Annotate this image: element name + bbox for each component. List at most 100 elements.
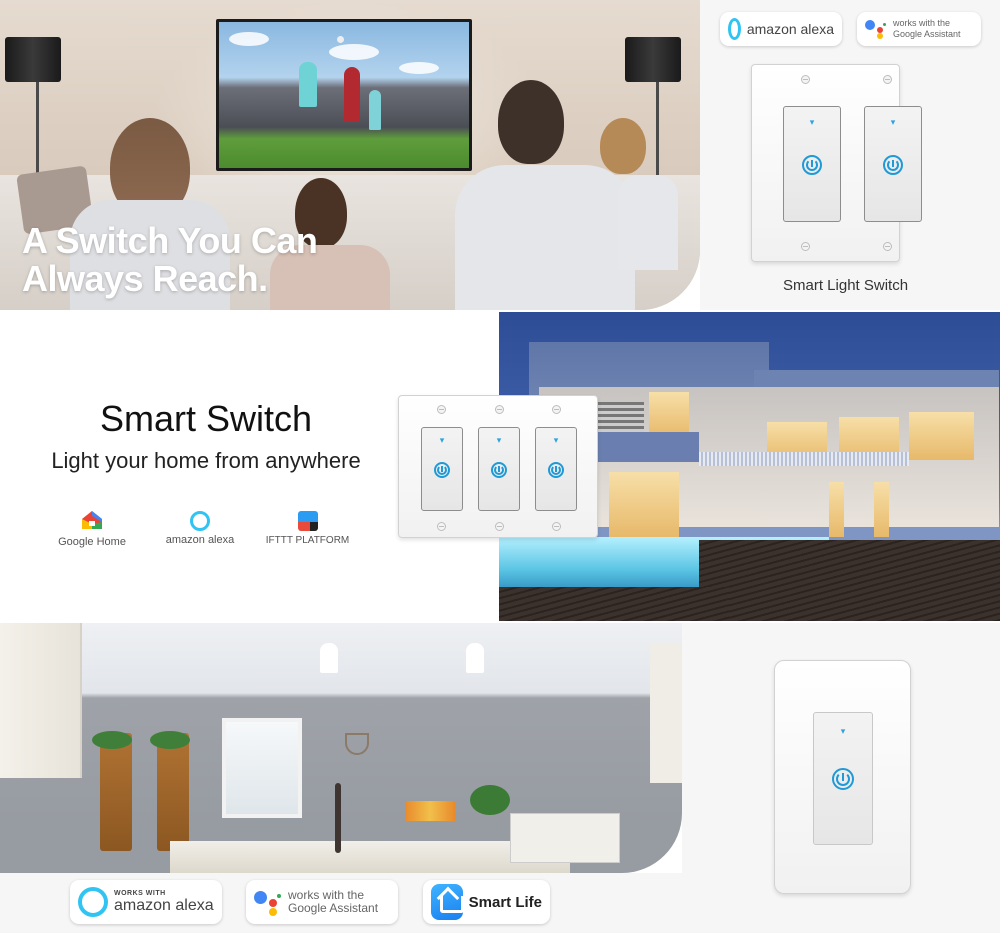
window	[222, 718, 302, 818]
platform-google-home: Google Home	[52, 510, 132, 548]
google-badge-line-2: Google Assistant	[288, 901, 379, 915]
wifi-icon: ▾	[496, 435, 502, 445]
wifi-icon: ▾	[840, 726, 846, 736]
television	[216, 19, 472, 171]
product-panel-top: amazon alexa works with the Google Assis…	[700, 0, 1000, 310]
father-body	[455, 165, 635, 310]
section-title: Smart Switch	[99, 398, 313, 439]
headline-line-1: A Switch You Can	[22, 220, 318, 261]
kitchen-cabinet	[650, 643, 682, 783]
soccer-player	[344, 67, 360, 122]
switch-button-3[interactable]: ▾	[535, 427, 577, 511]
soccer-ball	[337, 36, 344, 43]
power-icon	[832, 768, 854, 790]
platform-label: amazon alexa	[165, 534, 235, 546]
google-badge-line-1: works with the	[893, 18, 951, 28]
platform-label: IFTTT PLATFORM	[265, 535, 350, 546]
wifi-icon: ▾	[809, 117, 815, 127]
alexa-icon	[728, 18, 741, 40]
google-assistant-badge: works with the Google Assistant	[857, 12, 981, 46]
boy-body	[618, 175, 678, 270]
google-badge-line-2: Google Assistant	[893, 29, 961, 39]
headline-line-2: Always Reach.	[22, 258, 268, 299]
alexa-badge-label: amazon alexa	[746, 21, 834, 37]
curio-cabinet	[100, 733, 132, 851]
single-switch-plate: ▾	[774, 660, 911, 894]
plant	[150, 731, 190, 749]
plant	[470, 785, 510, 815]
glass-door	[829, 482, 844, 537]
screw	[437, 405, 446, 414]
living-room-photo: A Switch You Can Always Reach.	[0, 0, 700, 310]
wifi-icon: ▾	[439, 435, 445, 445]
glass-door	[609, 472, 679, 537]
faucet	[335, 783, 341, 853]
glass-door	[874, 482, 889, 537]
window	[909, 412, 974, 460]
window	[649, 392, 689, 437]
google-assistant-icon	[865, 18, 887, 40]
google-assistant-icon	[254, 888, 282, 916]
fruit-basket	[405, 801, 455, 821]
screw	[552, 522, 561, 531]
father-hair	[498, 80, 564, 164]
switch-button-2[interactable]: ▾	[478, 427, 520, 511]
curio-cabinet	[157, 733, 189, 851]
pendant-light	[320, 643, 338, 673]
platform-amazon-alexa: amazon alexa	[160, 511, 240, 546]
wifi-icon: ▾	[890, 117, 896, 127]
google-home-icon	[82, 511, 102, 529]
screw	[495, 522, 504, 531]
power-icon	[491, 462, 507, 478]
plant	[92, 731, 132, 749]
deck	[499, 587, 729, 621]
smart-life-badge: Smart Life	[423, 880, 550, 924]
screw	[883, 242, 892, 251]
screw	[495, 405, 504, 414]
floor-lamp-right	[625, 37, 681, 82]
chandelier	[345, 733, 369, 755]
wifi-icon: ▾	[553, 435, 559, 445]
platform-ifttt: IFTTT PLATFORM	[265, 511, 350, 546]
headline: A Switch You Can Always Reach.	[22, 220, 318, 299]
alexa-icon	[190, 511, 210, 531]
cloud	[329, 44, 379, 60]
power-icon	[434, 462, 450, 478]
screw	[437, 522, 446, 531]
alexa-icon	[78, 887, 108, 917]
power-icon	[802, 155, 822, 175]
screw	[552, 405, 561, 414]
switch-button-1[interactable]: ▾	[813, 712, 873, 845]
deck	[699, 540, 1000, 621]
boy-hair	[600, 118, 646, 174]
smart-life-label: Smart Life	[468, 893, 542, 911]
screw	[801, 75, 810, 84]
kitchen-cabinet	[0, 623, 82, 778]
screw	[801, 242, 810, 251]
soccer-player	[369, 90, 381, 130]
product-caption: Smart Light Switch	[783, 277, 909, 294]
soccer-player	[299, 62, 317, 107]
platform-label: Google Home	[58, 536, 126, 548]
switch-button-2[interactable]: ▾	[864, 106, 922, 222]
section-subtitle: Light your home from anywhere	[51, 448, 361, 473]
switch-button-1[interactable]: ▾	[421, 427, 463, 511]
triple-switch-plate: ▾ ▾ ▾	[398, 395, 598, 538]
google-assistant-badge: works with the Google Assistant	[246, 880, 398, 924]
alexa-badge-small: WORKS WITH	[114, 890, 166, 897]
floor-lamp-left	[5, 37, 61, 82]
ifttt-icon	[297, 511, 318, 531]
power-icon	[548, 462, 564, 478]
switch-button-1[interactable]: ▾	[783, 106, 841, 222]
cloud	[229, 32, 269, 46]
tv-screen	[219, 22, 469, 168]
pendant-light	[466, 643, 484, 673]
smart-life-icon	[431, 884, 464, 920]
screw	[883, 75, 892, 84]
sideboard	[510, 813, 620, 863]
double-switch-plate: ▾ ▾	[751, 64, 922, 262]
alexa-badge-label: amazon alexa	[114, 897, 214, 914]
alexa-badge: amazon alexa	[720, 12, 842, 46]
cloud	[399, 62, 439, 74]
power-icon	[883, 155, 903, 175]
